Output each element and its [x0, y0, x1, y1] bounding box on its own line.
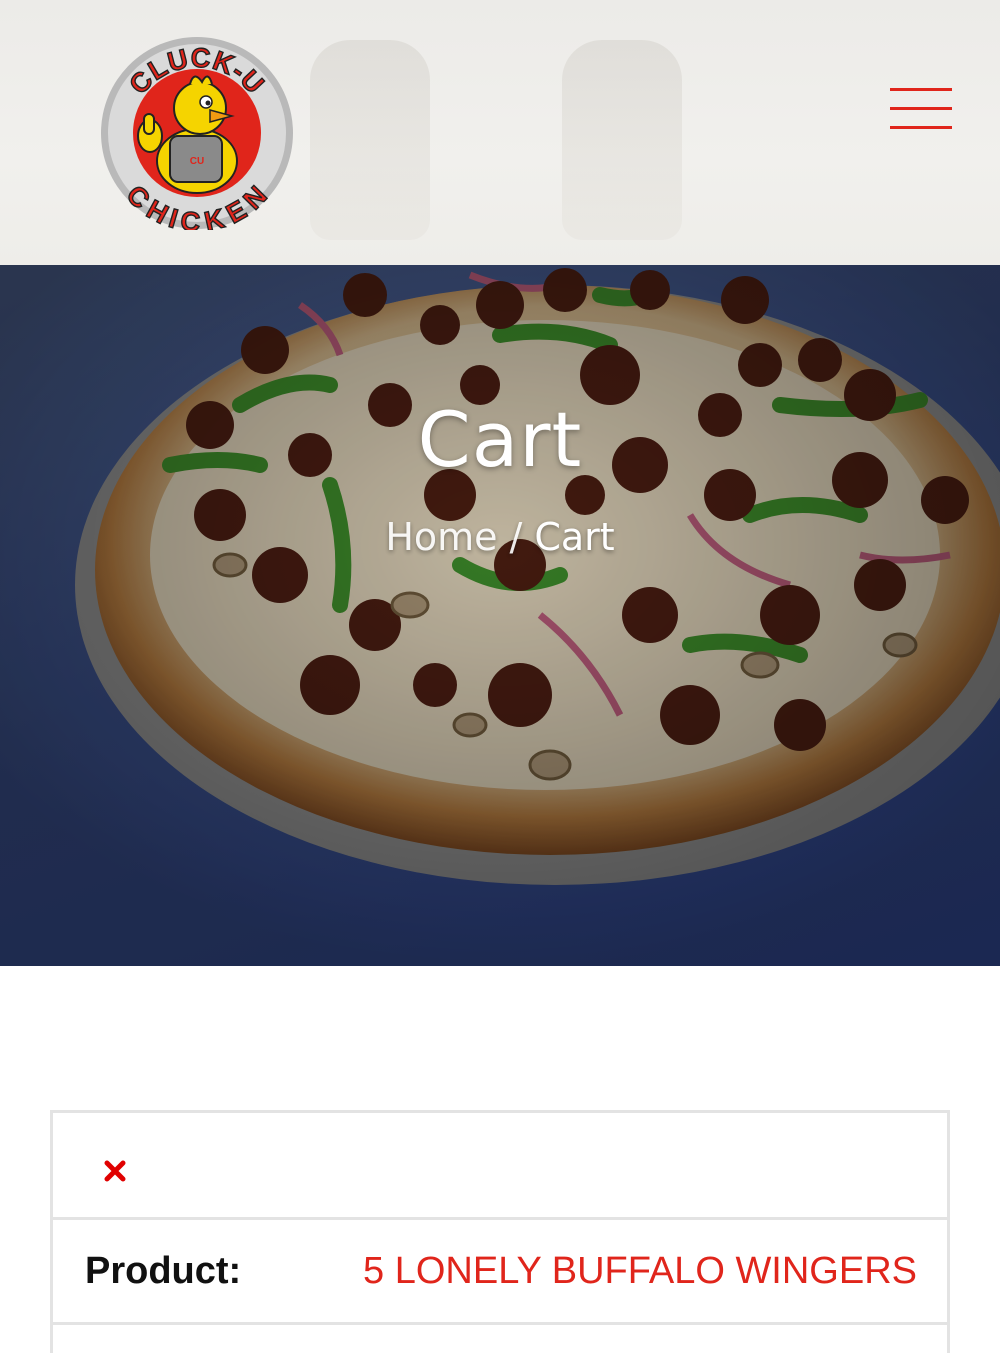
pepper-shaker-background: [562, 40, 682, 240]
product-name-link[interactable]: 5 LONELY BUFFALO WINGERS: [363, 1250, 917, 1293]
pizza-photo: [0, 265, 1000, 966]
breadcrumb-current: Cart: [534, 515, 615, 559]
page-title: Cart: [417, 395, 583, 484]
salt-shaker-background: [310, 40, 430, 240]
cluck-u-logo[interactable]: CU CLUCK-U CHICKEN: [98, 36, 296, 238]
breadcrumb-home-link[interactable]: Home: [385, 515, 497, 559]
cart-table: Product: 5 LONELY BUFFALO WINGERS: [50, 1110, 950, 1353]
cart-row-remove: [53, 1113, 947, 1220]
close-x-icon[interactable]: [103, 1159, 127, 1183]
svg-text:CU: CU: [190, 156, 204, 167]
cart-row-product: Product: 5 LONELY BUFFALO WINGERS: [53, 1220, 947, 1325]
breadcrumb: Home / Cart: [0, 515, 1000, 559]
breadcrumb-separator: /: [509, 515, 523, 559]
site-header: CU CLUCK-U CHICKEN: [0, 0, 1000, 265]
hamburger-menu-icon[interactable]: [890, 86, 952, 132]
hero-banner: Cart Home / Cart: [0, 265, 1000, 966]
product-label: Product:: [85, 1250, 242, 1292]
